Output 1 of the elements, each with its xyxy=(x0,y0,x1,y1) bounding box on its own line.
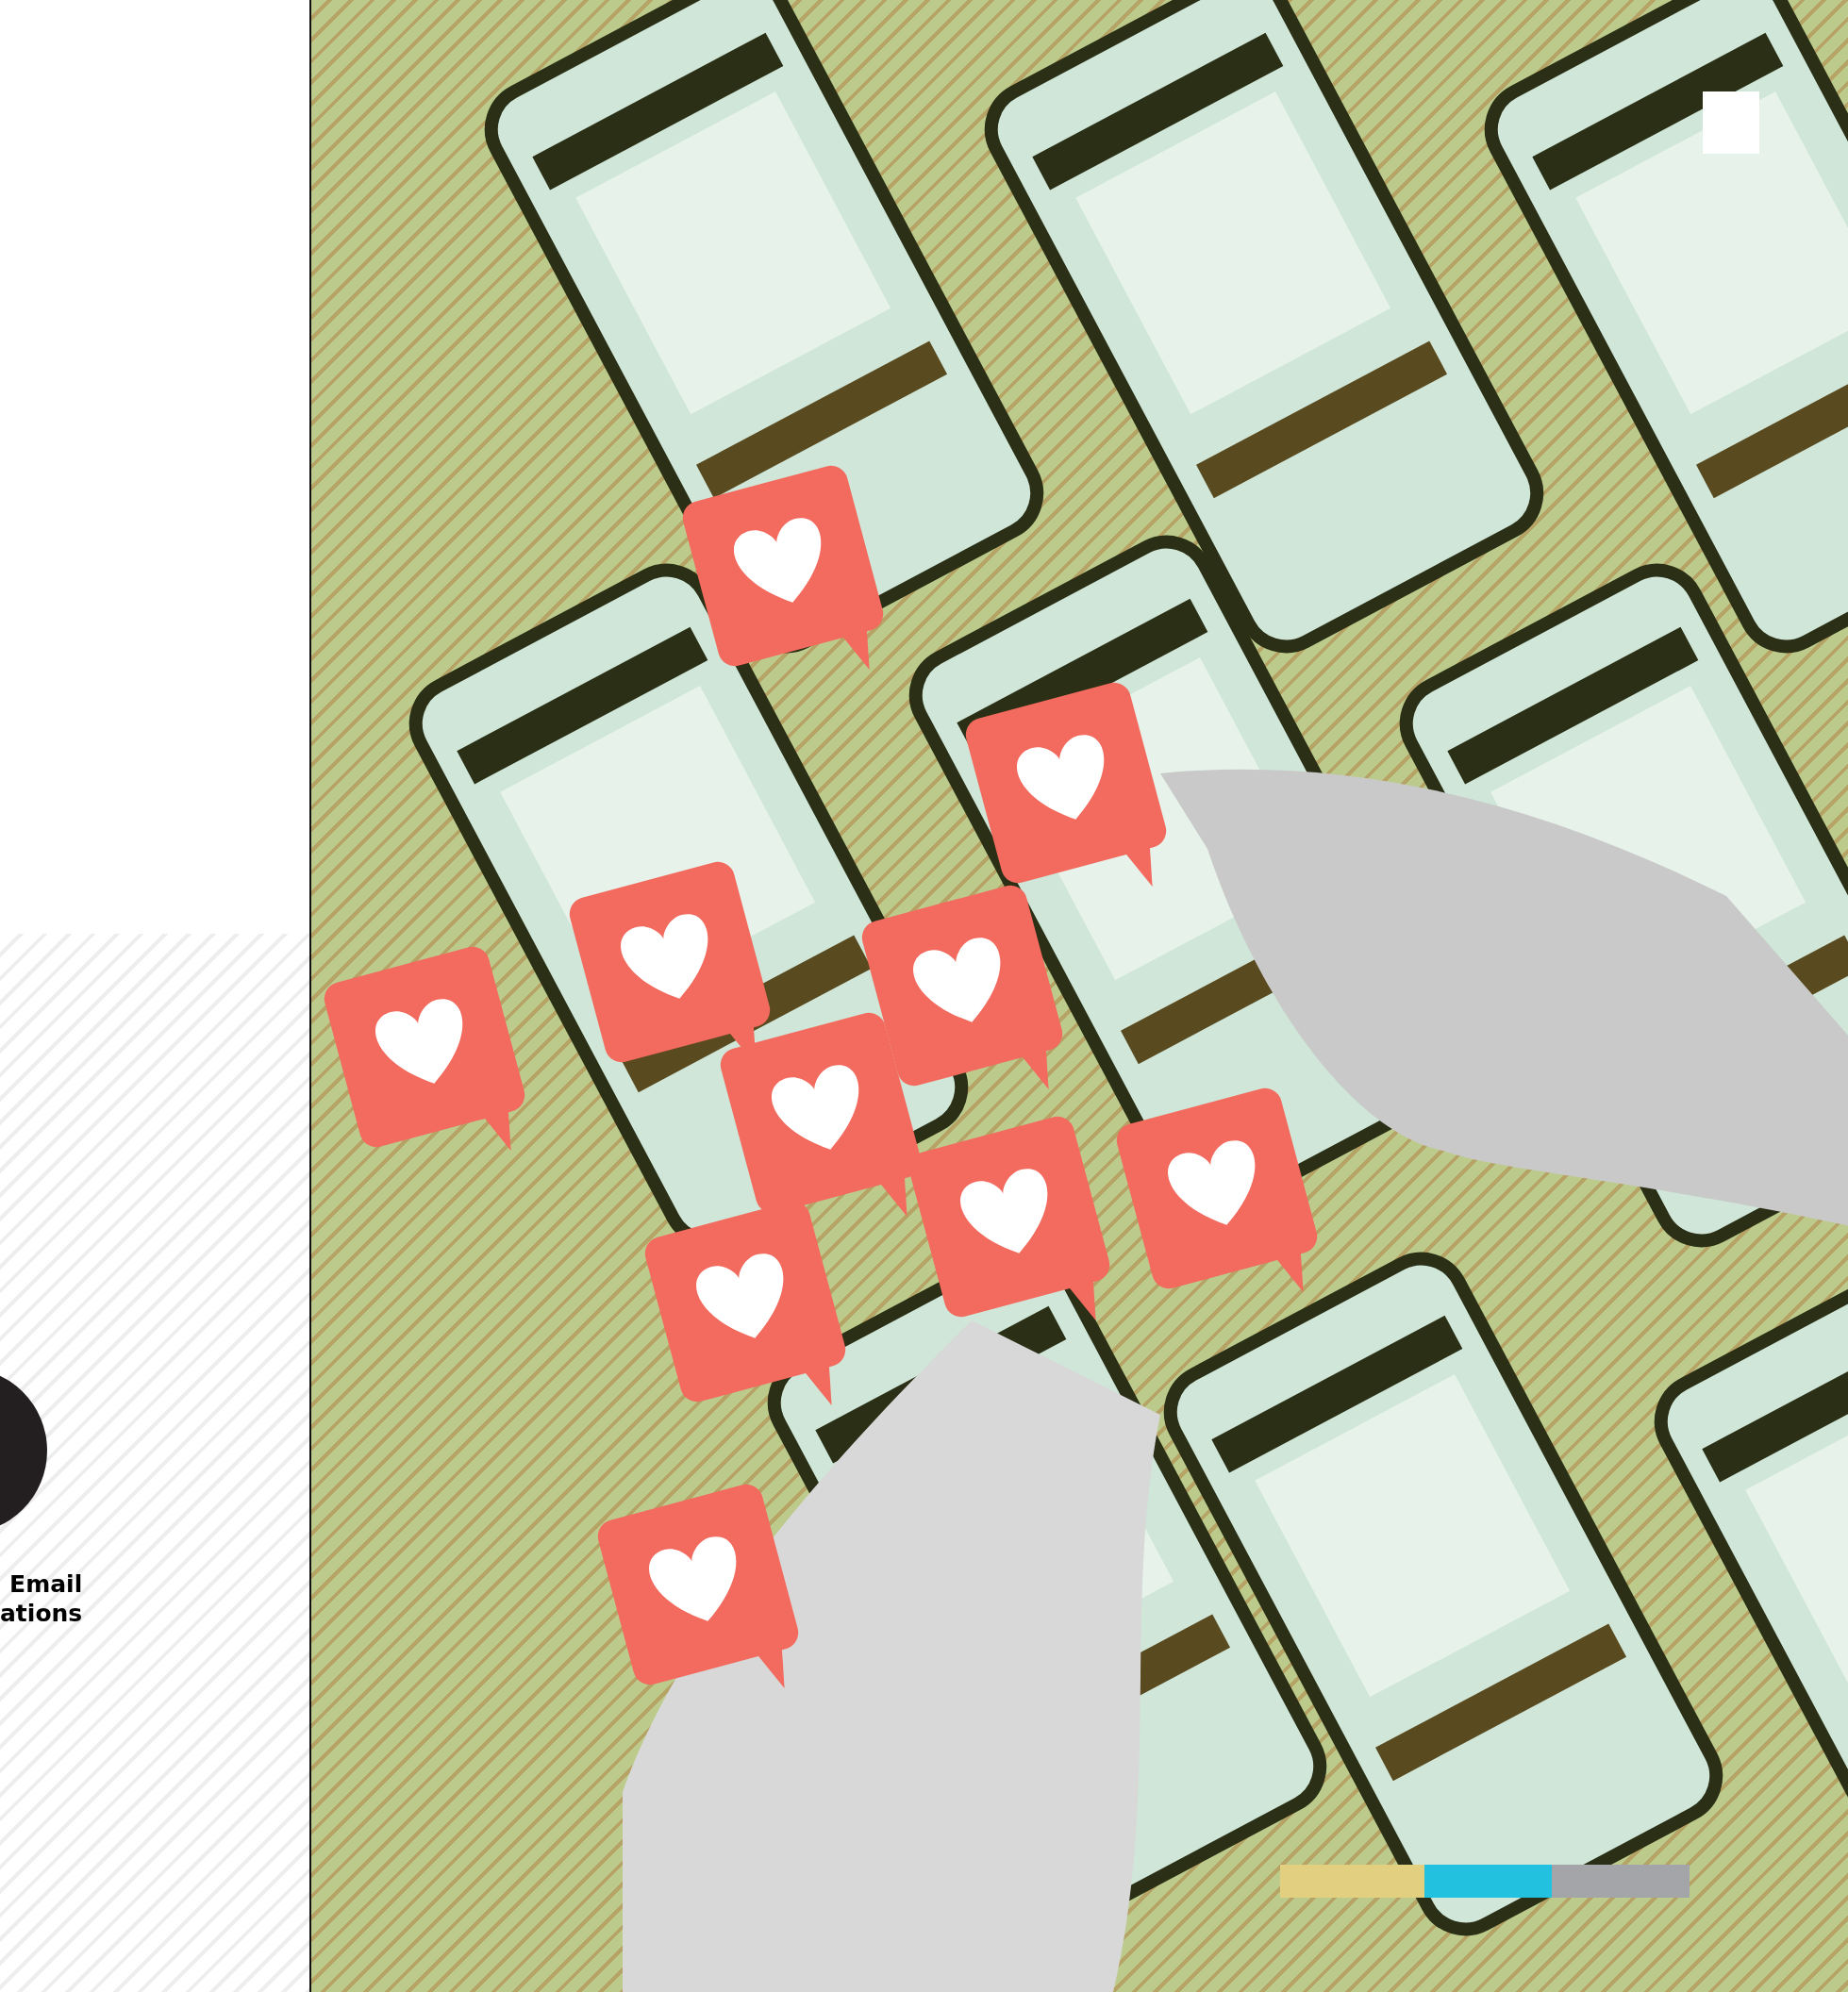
feature-label: Email ations xyxy=(0,1569,83,1628)
